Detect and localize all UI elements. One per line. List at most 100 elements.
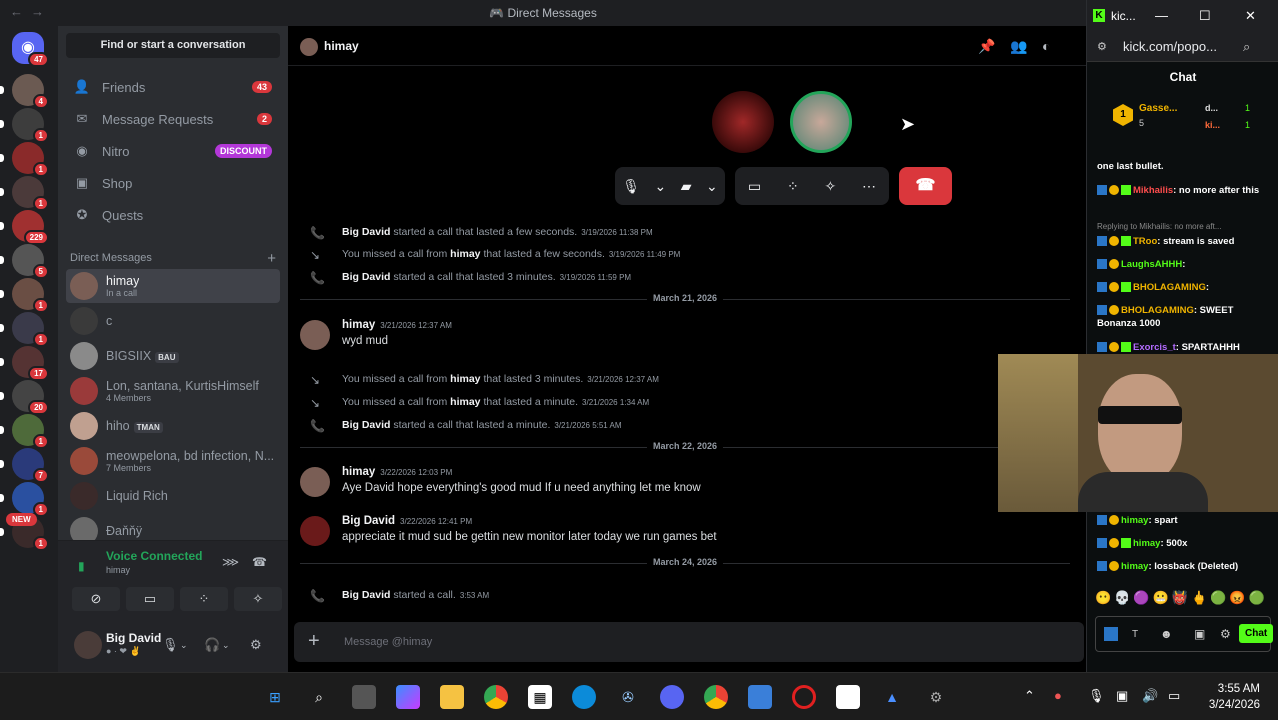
chat-username[interactable]: Mikhailis (1133, 185, 1173, 196)
soundboard-button[interactable]: ✧ (234, 587, 282, 611)
home-button[interactable]: ◉ 47 (12, 32, 49, 67)
leader-2-name[interactable]: d... (1205, 103, 1218, 113)
tray-volume-icon[interactable]: 🔊 (1142, 688, 1158, 704)
chat-settings-gear-icon[interactable]: ⚙ (1220, 627, 1231, 641)
chat-username[interactable]: himay (1121, 561, 1148, 572)
photos-icon[interactable] (748, 685, 772, 709)
reply-preview[interactable]: Replying to Mikhailis: no more aft... (1097, 222, 1275, 231)
screen-share-icon[interactable]: ▭ (748, 178, 761, 195)
text-format-icon[interactable]: T (1132, 629, 1138, 640)
find-conversation-button[interactable]: Find or start a conversation (66, 33, 280, 58)
chrome-profile-icon[interactable] (704, 685, 728, 709)
server-icon[interactable]: 1 (12, 278, 49, 313)
site-settings-icon[interactable]: ⚙ (1097, 40, 1107, 53)
server-icon[interactable]: 229 (12, 210, 49, 245)
server-icon[interactable]: 17 (12, 346, 49, 381)
dm-item[interactable]: himay In a call (66, 269, 280, 303)
nav-quests[interactable]: ✪ Quests (66, 200, 280, 230)
steam-icon[interactable]: ✇ (616, 685, 640, 709)
tray-app-icon[interactable]: ● (1054, 688, 1062, 703)
file-explorer-icon[interactable] (440, 685, 464, 709)
call-actor[interactable]: Big David (342, 226, 390, 238)
opera-icon[interactable] (792, 685, 816, 709)
server-icon[interactable]: 1 (12, 312, 49, 347)
send-chat-button[interactable]: Chat (1239, 624, 1274, 643)
url-bar[interactable]: ⚙ kick.com/popo... ⌕ (1087, 32, 1278, 62)
server-icon[interactable]: 5 (12, 244, 49, 279)
settings-gear-icon[interactable]: ⚙ (250, 637, 262, 653)
noise-suppression-icon[interactable]: ⋙ (222, 555, 239, 569)
call-actor[interactable]: himay (450, 373, 480, 385)
chat-username[interactable]: BHOLAGAMING (1121, 305, 1194, 316)
server-icon[interactable]: 20 (12, 380, 49, 415)
tray-mic-icon[interactable]: 🎙 (1088, 688, 1105, 704)
add-dm-icon[interactable]: + (267, 250, 276, 267)
activities-icon[interactable]: ⁘ (787, 178, 799, 195)
add-attachment-icon[interactable]: + (308, 630, 320, 653)
microphone-icon[interactable]: 🎙 (162, 637, 179, 653)
call-avatar-big-david[interactable] (712, 91, 774, 153)
video-off-icon[interactable]: ▰ (681, 178, 692, 195)
emote-icon[interactable]: 💀 (1114, 590, 1133, 605)
discord-icon[interactable] (660, 685, 684, 709)
headphones-icon[interactable]: 🎧 (204, 637, 220, 653)
server-icon[interactable]: 1 (12, 142, 49, 177)
server-icon[interactable]: 4 (12, 74, 49, 109)
emote-icon[interactable]: 😬 (1153, 590, 1172, 605)
server-icon[interactable]: 7 (12, 448, 49, 483)
clock[interactable]: 3:55 AM 3/24/2026 (1209, 681, 1260, 713)
user-profile-icon[interactable]: ◐ (1042, 38, 1050, 54)
video-options-chevron-icon[interactable]: ⌄ (706, 178, 718, 195)
dm-item[interactable]: Lon, santana, KurtisHimself 4 Members (66, 374, 280, 408)
dm-item[interactable]: c (66, 304, 280, 338)
nav-friends[interactable]: 👤 Friends 43 (66, 72, 280, 102)
emote-icon[interactable]: 🟢 (1210, 590, 1229, 605)
leave-call-button[interactable]: ☎ (899, 167, 952, 205)
message-avatar[interactable] (300, 516, 330, 546)
mic-chevron-down-icon[interactable]: ⌄ (180, 640, 188, 651)
gift-icon[interactable]: ▣ (1194, 627, 1205, 641)
user-avatar[interactable] (74, 631, 102, 659)
chat-username[interactable]: himay (1133, 538, 1160, 549)
emote-icon[interactable]: 🟣 (1133, 590, 1152, 605)
microphone-icon[interactable]: 🎙 (622, 178, 640, 195)
emote-icon[interactable]: 🖕 (1191, 590, 1210, 605)
server-icon[interactable]: 1 (12, 108, 49, 143)
server-icon[interactable]: 1 (12, 482, 49, 517)
emote-bar[interactable]: 😶💀🟣😬👹🖕🟢😡🟢 (1095, 590, 1268, 606)
chat-username[interactable]: himay (1121, 515, 1148, 526)
activities-button[interactable]: ⁘ (180, 587, 228, 611)
tray-battery-icon[interactable]: ▭ (1168, 688, 1180, 704)
url-text[interactable]: kick.com/popo... (1123, 39, 1217, 54)
call-actor[interactable]: Big David (342, 271, 390, 283)
chat-username[interactable]: LaughsAHHH (1121, 259, 1182, 270)
screen-share-button[interactable]: ▭ (126, 587, 174, 611)
kick-tab-title[interactable]: kic... (1111, 9, 1136, 23)
dm-item[interactable]: Liquid Rich (66, 479, 280, 513)
pin-icon[interactable]: 📌 (978, 38, 995, 55)
dm-item[interactable]: meowpelona, bd infection, N... 7 Members (66, 444, 280, 478)
emote-icon[interactable]: 😶 (1095, 590, 1114, 605)
message-avatar[interactable] (300, 467, 330, 497)
call-actor[interactable]: Big David (342, 419, 390, 431)
tray-chevron-up-icon[interactable]: ⌃ (1024, 688, 1035, 704)
nav-message-requests[interactable]: ✉ Message Requests 2 (66, 104, 280, 134)
emote-icon[interactable]: 🟢 (1249, 590, 1268, 605)
edge-icon[interactable] (572, 685, 596, 709)
call-actor[interactable]: Big David (342, 589, 390, 601)
tray-network-icon[interactable]: ▣ (1116, 688, 1128, 704)
nav-nitro[interactable]: ◉ Nitro DISCOUNT (66, 136, 280, 166)
start-icon[interactable]: ⊞ (263, 685, 287, 709)
badge-icon[interactable] (1104, 627, 1118, 641)
close-icon[interactable]: ✕ (1245, 8, 1256, 24)
dm-item[interactable]: hiho TMAN (66, 409, 280, 443)
store-icon[interactable]: ▦ (528, 685, 552, 709)
leader-name[interactable]: Gasse... (1139, 103, 1177, 114)
call-actor[interactable]: himay (450, 248, 480, 260)
disconnect-icon[interactable]: ☎ (252, 555, 267, 569)
app-icon[interactable] (836, 685, 860, 709)
more-options-icon[interactable]: ⋯ (862, 178, 876, 195)
minimize-icon[interactable]: — (1155, 8, 1168, 23)
call-avatar-himay[interactable] (790, 91, 852, 153)
add-friends-icon[interactable]: 👥 (1010, 38, 1027, 55)
